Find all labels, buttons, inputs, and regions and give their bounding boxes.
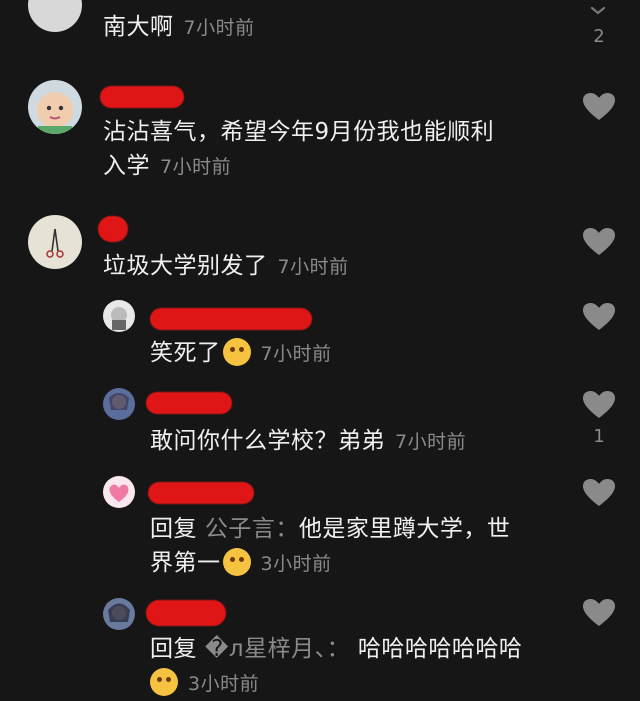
redacted-username [150,308,312,330]
avatar[interactable] [28,0,82,32]
chevron-down-icon[interactable] [590,6,606,16]
comment-0: 南大啊 7小时前 2 [0,0,640,50]
comment-text-line2: 入学 [103,153,150,179]
redacted-username [146,600,226,626]
reply-3: 回复 �л星梓月、： 哈哈哈哈哈哈哈 3小时前 [0,594,640,696]
heart-icon[interactable] [582,227,616,257]
reply-1: 敢问你什么学校？弟弟 7小时前 1 [0,386,640,466]
avatar[interactable] [103,388,135,420]
reply-0: 笑死了 7小时前 [0,298,640,378]
reply-time: 3小时前 [260,553,332,575]
reply-target-user[interactable]: 公子言： [205,516,299,542]
heart-icon[interactable] [582,390,616,420]
avatar[interactable] [28,80,82,134]
redacted-username [100,86,184,108]
avatar[interactable] [103,300,135,332]
reply-2: 回复 公子言：他是家里蹲大学，世 界第一 3小时前 [0,474,640,584]
comment-time: 7小时前 [277,256,349,278]
heart-icon[interactable] [582,598,616,628]
heart-icon[interactable] [582,302,616,332]
reply-text-line2: 界第一 [150,550,221,576]
comment-2: 垃圾大学别发了 7小时前 [0,212,640,292]
heart-icon[interactable] [582,478,616,508]
redacted-username [146,392,232,414]
comment-text-line1: 沾沾喜气，希望今年9月份我也能顺利 [103,119,495,145]
redacted-username [148,482,254,504]
reply-text: 笑死了 [150,340,221,366]
crying-laughing-emoji-icon [222,338,251,366]
reply-text-line1: 他是家里蹲大学，世 [298,516,511,542]
comment-time: 7小时前 [160,156,232,178]
like-count: 1 [593,426,605,447]
reply-prefix: 回复 [150,516,197,542]
shy-face-emoji-icon [150,668,178,696]
comment-time: 7小时前 [183,17,255,39]
reply-text-line1: 哈哈哈哈哈哈哈 [357,636,523,662]
comment-1: 沾沾喜气，希望今年9月份我也能顺利 入学 7小时前 [0,78,640,188]
reply-time: 3小时前 [188,673,260,695]
avatar[interactable] [103,598,135,630]
thinking-face-emoji-icon [222,548,251,576]
avatar[interactable] [28,215,82,269]
comment-text: 南大啊 [103,14,174,40]
avatar[interactable] [103,476,135,508]
redacted-username [98,216,128,242]
reply-prefix: 回复 [150,636,197,662]
reply-target-user[interactable]: �л星梓月、： [205,636,350,662]
reply-text: 敢问你什么学校？弟弟 [150,428,385,454]
like-count: 2 [593,26,605,47]
comment-text: 垃圾大学别发了 [103,253,268,279]
reply-time: 7小时前 [260,343,332,365]
heart-icon[interactable] [582,92,616,122]
reply-time: 7小时前 [395,431,467,453]
